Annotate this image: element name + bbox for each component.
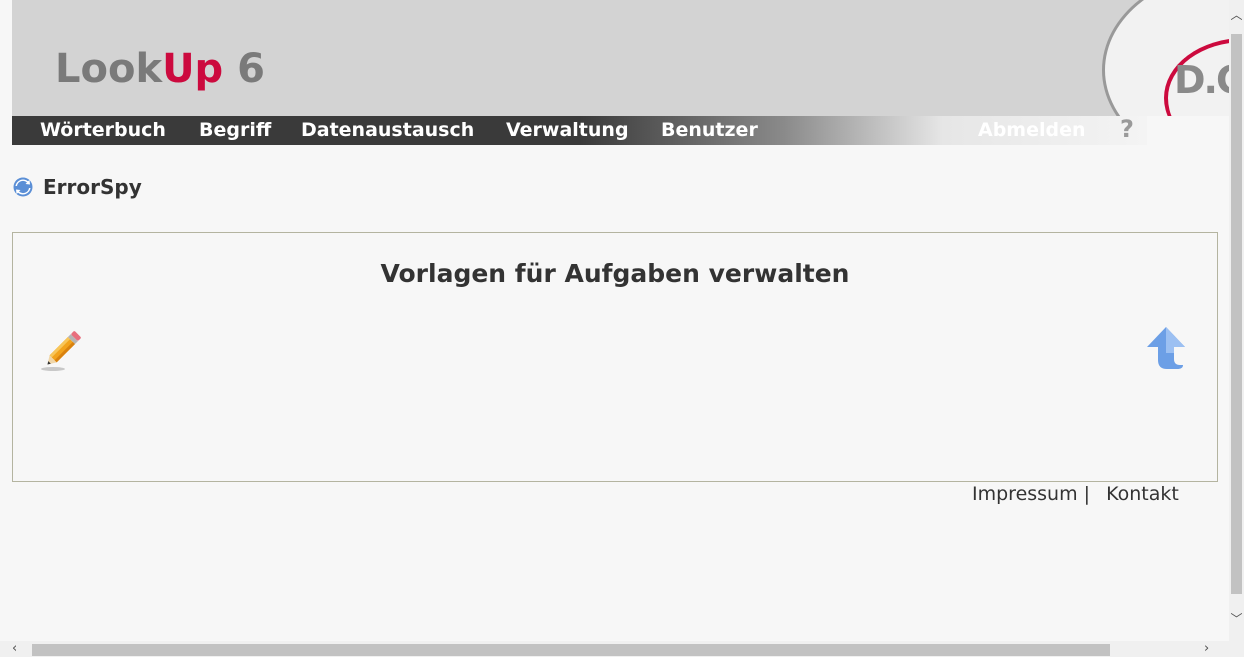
scroll-up-icon[interactable]: ︿ (1229, 6, 1244, 23)
panel-title: Vorlagen für Aufgaben verwalten (380, 259, 850, 288)
refresh-icon (13, 177, 33, 197)
header: LookUp 6 D.C (12, 0, 1229, 116)
up-arrow-icon[interactable] (1143, 325, 1189, 371)
footer: Impressum | Kontakt (972, 483, 1179, 505)
scroll-left-icon[interactable]: ‹ (12, 641, 17, 657)
logo-up: Up (162, 46, 224, 92)
impressum-link[interactable]: Impressum (972, 483, 1078, 505)
nav-logout[interactable]: Abmelden (978, 119, 1086, 141)
lookup-logo: LookUp 6 (55, 46, 265, 92)
left-margin (0, 0, 12, 641)
page-title: ErrorSpy (43, 175, 142, 199)
scroll-right-icon[interactable]: › (1204, 641, 1209, 657)
logo-version: 6 (223, 46, 265, 92)
help-icon[interactable]: ? (1120, 115, 1134, 143)
nav-verwaltung[interactable]: Verwaltung (506, 119, 629, 141)
kontakt-link[interactable]: Kontakt (1106, 483, 1179, 505)
templates-panel: Vorlagen für Aufgaben verwalten (12, 232, 1218, 482)
main-nav: Wörterbuch Begriff Datenaustausch Verwal… (12, 115, 1147, 145)
vertical-scroll-thumb[interactable] (1231, 34, 1242, 594)
nav-begriff[interactable]: Begriff (199, 119, 271, 141)
nav-datenaustausch[interactable]: Datenaustausch (301, 119, 474, 141)
scrollbar-corner (1229, 641, 1244, 657)
footer-separator: | (1083, 483, 1091, 505)
logo-look: Look (55, 46, 163, 92)
horizontal-scroll-thumb[interactable] (32, 644, 1110, 656)
brand-logo-text: D.C (1174, 58, 1229, 102)
page-heading: ErrorSpy (12, 174, 142, 200)
scroll-down-icon[interactable]: ﹀ (1229, 610, 1244, 627)
vertical-scrollbar[interactable]: ︿ ﹀ (1229, 0, 1244, 641)
horizontal-scrollbar[interactable]: ‹ › (0, 641, 1229, 657)
nav-benutzer[interactable]: Benutzer (661, 119, 758, 141)
page: LookUp 6 D.C Wörterbuch Begriff Datenaus… (0, 0, 1229, 641)
nav-woerterbuch[interactable]: Wörterbuch (40, 119, 166, 141)
pencil-icon[interactable] (39, 325, 87, 373)
